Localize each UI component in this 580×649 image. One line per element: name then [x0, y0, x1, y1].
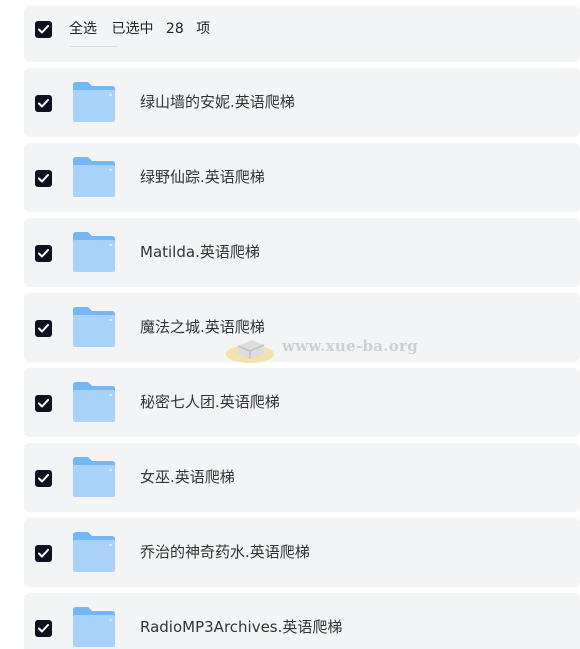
- check-icon: [38, 25, 49, 34]
- item-name[interactable]: 女巫.英语爬梯: [140, 467, 235, 487]
- item-checkbox[interactable]: [35, 170, 52, 187]
- check-icon: [38, 474, 49, 483]
- item-name[interactable]: RadioMP3Archives.英语爬梯: [140, 617, 342, 637]
- list-item[interactable]: 绿山墙的安妮.英语爬梯: [24, 68, 580, 137]
- folder-icon: [71, 606, 117, 648]
- list-item[interactable]: Matilda.英语爬梯: [24, 218, 580, 287]
- folder-icon: [71, 306, 117, 348]
- select-all-label[interactable]: 全选: [69, 21, 97, 37]
- item-name[interactable]: 秘密七人团.英语爬梯: [140, 392, 280, 412]
- check-icon: [38, 399, 49, 408]
- watermark: www.xue-ba.org: [224, 328, 418, 364]
- check-icon: [38, 249, 49, 258]
- file-list-page: 全选 已选中 28 项 绿山墙的安妮.英语爬梯 绿野仙踪.英语爬梯 Matild…: [0, 0, 580, 649]
- list-item[interactable]: 绿野仙踪.英语爬梯: [24, 143, 580, 212]
- watermark-text: www.xue-ba.org: [282, 337, 419, 355]
- selected-count: 28: [165, 21, 184, 37]
- check-icon: [38, 324, 49, 333]
- selection-header: 全选 已选中 28 项: [24, 6, 580, 62]
- item-name[interactable]: 绿山墙的安妮.英语爬梯: [140, 92, 295, 112]
- list-item[interactable]: RadioMP3Archives.英语爬梯: [24, 593, 580, 649]
- item-name[interactable]: Matilda.英语爬梯: [140, 242, 260, 262]
- check-icon: [38, 174, 49, 183]
- check-icon: [38, 624, 49, 633]
- item-checkbox[interactable]: [35, 245, 52, 262]
- selected-prefix: 已选中: [111, 21, 154, 37]
- check-icon: [38, 99, 49, 108]
- folder-icon: [71, 456, 117, 498]
- watermark-logo-icon: [226, 340, 274, 363]
- list-item[interactable]: 女巫.英语爬梯: [24, 443, 580, 512]
- item-name[interactable]: 乔治的神奇药水.英语爬梯: [140, 542, 310, 562]
- item-checkbox[interactable]: [35, 620, 52, 637]
- item-name[interactable]: 绿野仙踪.英语爬梯: [140, 167, 265, 187]
- item-checkbox[interactable]: [35, 320, 52, 337]
- list-item[interactable]: 乔治的神奇药水.英语爬梯: [24, 518, 580, 587]
- item-checkbox[interactable]: [35, 470, 52, 487]
- check-icon: [38, 549, 49, 558]
- item-checkbox[interactable]: [35, 95, 52, 112]
- list-item[interactable]: 秘密七人团.英语爬梯: [24, 368, 580, 437]
- folder-icon: [71, 231, 117, 273]
- selection-summary: 全选 已选中 28 项: [69, 19, 220, 39]
- item-checkbox[interactable]: [35, 395, 52, 412]
- folder-icon: [71, 156, 117, 198]
- folder-icon: [71, 531, 117, 573]
- item-checkbox[interactable]: [35, 545, 52, 562]
- folder-icon: [71, 381, 117, 423]
- folder-icon: [71, 81, 117, 123]
- header-divider: [70, 46, 118, 47]
- selected-suffix: 项: [196, 21, 211, 37]
- select-all-checkbox[interactable]: [35, 21, 52, 38]
